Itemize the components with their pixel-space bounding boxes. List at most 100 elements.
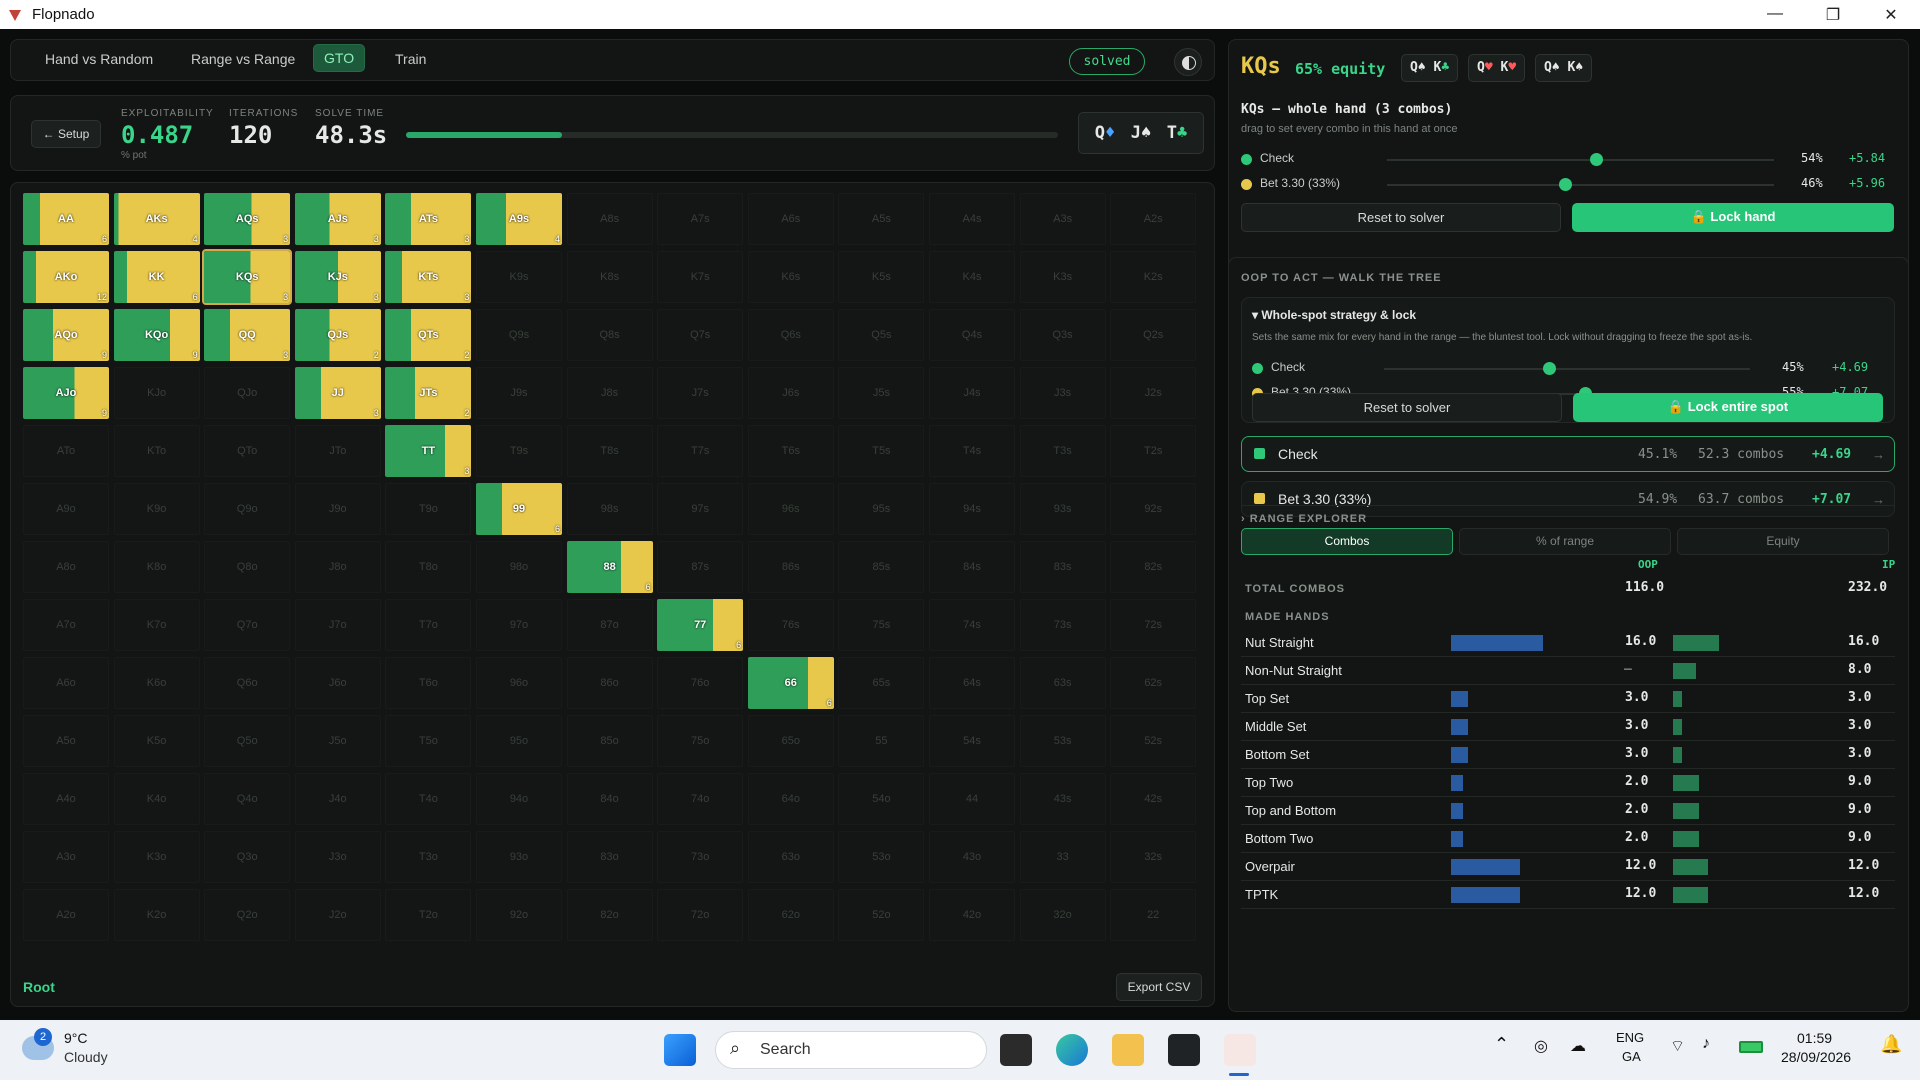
- hand-cell[interactable]: 55: [838, 715, 925, 767]
- hand-cell[interactable]: Q9o: [204, 483, 291, 535]
- hand-cell[interactable]: K2s: [1110, 251, 1197, 303]
- hand-cell[interactable]: QTo: [204, 425, 291, 477]
- hand-cell[interactable]: 84s: [929, 541, 1015, 593]
- hand-cell[interactable]: JTs 2: [385, 367, 472, 419]
- hand-cell[interactable]: Q5s: [838, 309, 925, 361]
- hand-cell[interactable]: 86o: [566, 657, 653, 709]
- hand-cell[interactable]: 75o: [657, 715, 744, 767]
- hand-cell[interactable]: 96s: [747, 483, 834, 535]
- chevron-up-icon[interactable]: ⌃: [1494, 1034, 1509, 1055]
- hand-cell[interactable]: 87s: [657, 541, 744, 593]
- hand-cell[interactable]: K4s: [929, 251, 1015, 303]
- hand-cell[interactable]: T5o: [385, 715, 472, 767]
- hand-cell[interactable]: 62s: [1110, 657, 1197, 709]
- hand-cell[interactable]: Q2s: [1110, 309, 1197, 361]
- hand-cell[interactable]: 98o: [476, 541, 562, 593]
- hand-cell[interactable]: K2o: [113, 889, 200, 941]
- explorer-row[interactable]: Bottom Two 2.0 9.0: [1241, 827, 1895, 853]
- hand-cell[interactable]: J6s: [747, 367, 834, 419]
- hand-cell[interactable]: 43s: [1019, 773, 1106, 825]
- hand-cell[interactable]: 63o: [747, 831, 834, 883]
- hand-cell[interactable]: J9o: [294, 483, 381, 535]
- explorer-tab[interactable]: % of range: [1459, 528, 1671, 555]
- hand-cell[interactable]: 42s: [1110, 773, 1197, 825]
- hand-cell[interactable]: A6s: [747, 193, 834, 245]
- hand-cell[interactable]: JJ 3: [294, 367, 381, 419]
- start-icon[interactable]: [664, 1034, 696, 1066]
- explorer-tab[interactable]: Equity: [1677, 528, 1889, 555]
- slider-knob[interactable]: [1542, 362, 1556, 375]
- hand-cell[interactable]: 73o: [657, 831, 744, 883]
- hand-cell[interactable]: QJo: [204, 367, 291, 419]
- hand-cell[interactable]: ATs 3: [385, 193, 472, 245]
- hand-cell[interactable]: JTo: [294, 425, 381, 477]
- hand-cell[interactable]: 22: [1110, 889, 1197, 941]
- hand-cell[interactable]: K5o: [113, 715, 200, 767]
- tree-root-label[interactable]: Root: [23, 979, 55, 995]
- hand-cell[interactable]: KK 6: [113, 251, 200, 303]
- hand-cell[interactable]: 95s: [838, 483, 925, 535]
- wifi-icon[interactable]: ⌔: [1670, 1036, 1685, 1056]
- hand-cell[interactable]: J7s: [657, 367, 744, 419]
- hand-cell[interactable]: 86s: [747, 541, 834, 593]
- hand-cell[interactable]: J5o: [294, 715, 381, 767]
- setup-button[interactable]: ← Setup: [31, 120, 101, 148]
- hand-cell[interactable]: 65s: [838, 657, 925, 709]
- hand-cell[interactable]: AA 6: [23, 193, 109, 245]
- hand-cell[interactable]: T9o: [385, 483, 472, 535]
- hand-cell[interactable]: 94o: [476, 773, 562, 825]
- hand-cell[interactable]: T5s: [838, 425, 925, 477]
- hand-cell[interactable]: K8o: [113, 541, 200, 593]
- hand-cell[interactable]: K7s: [657, 251, 744, 303]
- minimize-button[interactable]: —: [1746, 5, 1804, 25]
- hand-cell[interactable]: Q5o: [204, 715, 291, 767]
- hand-cell[interactable]: T2s: [1110, 425, 1197, 477]
- hand-cell[interactable]: 97o: [476, 599, 562, 651]
- hand-cell[interactable]: 64o: [747, 773, 834, 825]
- hand-cell[interactable]: A6o: [23, 657, 109, 709]
- hand-cell[interactable]: K9s: [476, 251, 562, 303]
- combo-card[interactable]: Q♠ K♣: [1401, 54, 1459, 82]
- hand-cell[interactable]: KQs 3: [202, 249, 293, 305]
- action-slider[interactable]: [1387, 153, 1774, 166]
- hand-cell[interactable]: KQo 9: [113, 309, 200, 361]
- terminal-icon[interactable]: [1168, 1034, 1200, 1066]
- explorer-tab[interactable]: Combos: [1241, 528, 1453, 555]
- reset-hand-button[interactable]: Reset to solver: [1241, 203, 1561, 232]
- hand-cell[interactable]: K5s: [838, 251, 925, 303]
- action-row[interactable]: Bet 3.30 (33%) 54.9% 63.7 combos +7.07 →: [1241, 481, 1895, 517]
- hand-cell[interactable]: A8o: [23, 541, 109, 593]
- lock-hand-button[interactable]: 🔒 Lock hand: [1572, 203, 1894, 232]
- flopnado-app-icon[interactable]: [1224, 1034, 1256, 1066]
- hand-cell[interactable]: 85o: [566, 715, 653, 767]
- hand-cell[interactable]: Q6o: [204, 657, 291, 709]
- hand-cell[interactable]: 85s: [838, 541, 925, 593]
- hand-cell[interactable]: AJo 9: [23, 367, 109, 419]
- hand-cell[interactable]: Q4o: [204, 773, 291, 825]
- slider-knob[interactable]: [1559, 178, 1573, 191]
- explorer-row[interactable]: Bottom Set 3.0 3.0: [1241, 743, 1895, 769]
- notification-bell-icon[interactable]: 🔔: [1880, 1034, 1902, 1055]
- export-csv-button[interactable]: Export CSV: [1116, 973, 1202, 1001]
- hand-cell[interactable]: K8s: [566, 251, 653, 303]
- hand-cell[interactable]: A4s: [929, 193, 1015, 245]
- slider-knob[interactable]: [1589, 153, 1603, 166]
- hand-cell[interactable]: 93s: [1019, 483, 1106, 535]
- close-button[interactable]: ✕: [1862, 5, 1920, 25]
- hand-cell[interactable]: K9o: [113, 483, 200, 535]
- whole-spot-title[interactable]: ▾ Whole-spot strategy & lock: [1252, 308, 1416, 322]
- tray-app-icon[interactable]: ◎: [1534, 1036, 1548, 1056]
- hand-cell[interactable]: 33: [1019, 831, 1106, 883]
- hand-cell[interactable]: Q3s: [1019, 309, 1106, 361]
- hand-cell[interactable]: A5s: [838, 193, 925, 245]
- hand-cell[interactable]: A5o: [23, 715, 109, 767]
- hand-cell[interactable]: 52o: [838, 889, 925, 941]
- file-explorer-icon[interactable]: [1112, 1034, 1144, 1066]
- hand-cell[interactable]: AJs 3: [294, 193, 381, 245]
- hand-cell[interactable]: QQ 3: [204, 309, 291, 361]
- hand-cell[interactable]: J3s: [1019, 367, 1106, 419]
- hand-cell[interactable]: 92o: [476, 889, 562, 941]
- hand-cell[interactable]: T7o: [385, 599, 472, 651]
- hand-cell[interactable]: AQs 3: [204, 193, 291, 245]
- hand-cell[interactable]: 84o: [566, 773, 653, 825]
